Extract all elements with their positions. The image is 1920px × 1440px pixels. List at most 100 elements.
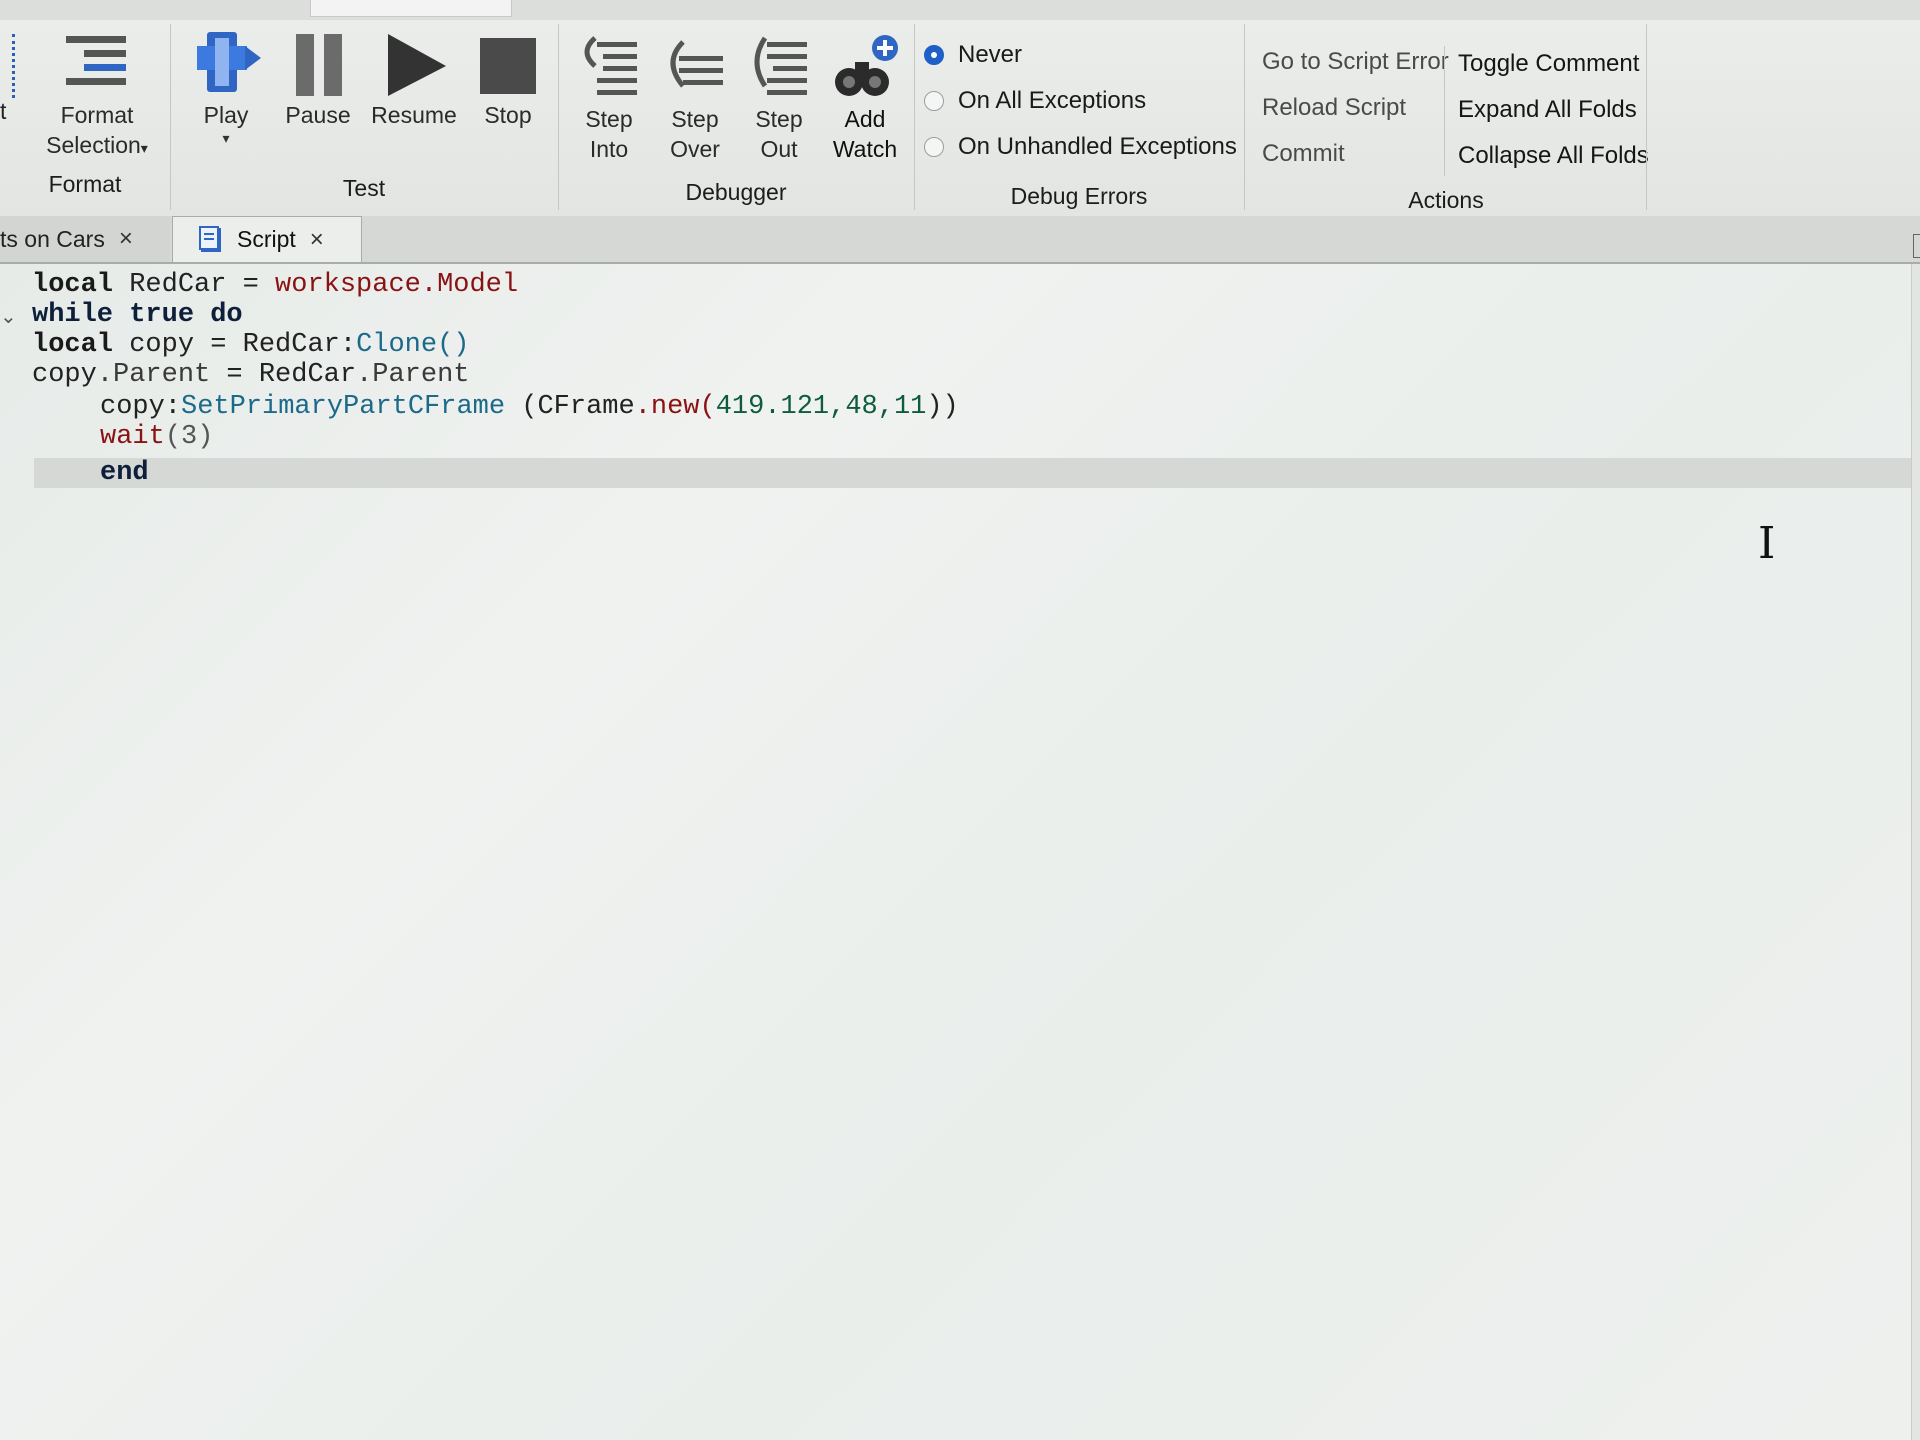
number: 419.121,48,11	[715, 392, 927, 422]
fold-chevron-icon[interactable]: ⌄	[0, 304, 17, 328]
format-group-label: Format	[48, 171, 122, 197]
ribbon: t Format Selection▾ Format Play ▾ Pause …	[0, 0, 1920, 217]
method: Clone()	[356, 330, 470, 360]
add-watch-label-1: Add	[844, 106, 886, 132]
go-to-script-error-button[interactable]: Go to Script Error	[1262, 48, 1449, 76]
add-watch-button[interactable]: Add Watch	[824, 32, 906, 164]
radio-unselected-icon[interactable]	[924, 137, 944, 157]
separator	[1646, 24, 1647, 210]
radio-selected-icon[interactable]	[924, 45, 944, 65]
debugger-group: Step Into Step Over Step Out Add Watch D…	[560, 20, 912, 210]
format-lines-icon	[66, 36, 126, 85]
test-group: Play ▾ Pause Resume Stop Test	[172, 20, 556, 210]
identifier: RedCar:	[226, 330, 357, 360]
identifier: copy	[32, 360, 97, 390]
radio-on-unhandled-exceptions-label: On Unhandled Exceptions	[958, 133, 1237, 160]
test-group-label: Test	[342, 175, 386, 201]
operator: =	[242, 270, 259, 300]
commit-button[interactable]: Commit	[1262, 140, 1345, 168]
step-out-label-1: Step	[755, 106, 803, 132]
keyword: local	[32, 270, 114, 300]
format-group: t Format Selection▾ Format	[0, 20, 170, 210]
radio-on-all-exceptions[interactable]: On All Exceptions	[924, 84, 1146, 118]
property: .Parent	[96, 360, 211, 390]
tab-scripts-on-cars[interactable]: ts on Cars ×	[0, 216, 170, 262]
toggle-comment-button[interactable]: Toggle Comment	[1458, 50, 1639, 78]
dotted-edge-icon	[2, 34, 15, 98]
step-out-icon	[754, 36, 807, 95]
step-over-icon	[670, 40, 723, 88]
builtin: workspace.Model	[275, 270, 519, 300]
separator	[1444, 46, 1445, 176]
code-line-2: while true do	[32, 300, 243, 330]
keyword: while	[32, 300, 114, 330]
radio-unselected-icon[interactable]	[924, 91, 944, 111]
method: SetPrimaryPartCFrame	[181, 392, 506, 422]
panel-toggle-icon[interactable]	[1913, 234, 1920, 258]
close-icon[interactable]: ×	[119, 225, 133, 253]
step-into-label-1: Step	[585, 106, 633, 132]
chevron-down-icon: ▾	[222, 130, 230, 146]
format-selection-button[interactable]: Format Selection▾	[32, 28, 162, 163]
separator	[1244, 24, 1245, 210]
vertical-scrollbar[interactable]	[1911, 264, 1920, 1440]
identifier: copy	[113, 330, 211, 360]
reload-script-button[interactable]: Reload Script	[1262, 94, 1406, 122]
tab-label: ts on Cars	[0, 225, 105, 252]
code-line-7: end	[100, 458, 149, 488]
punctuation: ))	[926, 392, 959, 422]
add-watch-label-2: Watch	[832, 136, 898, 162]
pause-icon	[296, 34, 342, 96]
actions-group: Go to Script Error Reload Script Commit …	[1246, 20, 1649, 213]
pause-button[interactable]: Pause	[278, 28, 358, 130]
play-figure-icon	[197, 32, 261, 92]
operator: =	[210, 330, 227, 360]
ribbon-tab-segment	[310, 0, 512, 17]
radio-never[interactable]: Never	[924, 38, 1022, 72]
format-selection-label-1: Format	[60, 102, 134, 128]
resume-button[interactable]: Resume	[368, 28, 460, 130]
editor-tab-bar: ts on Cars × Script ×	[0, 216, 1920, 264]
step-into-label-2: Into	[589, 136, 629, 162]
expand-all-folds-button[interactable]: Expand All Folds	[1458, 96, 1637, 124]
close-icon[interactable]: ×	[310, 226, 324, 254]
code-line-3: local copy = RedCar:Clone()	[32, 330, 469, 360]
code-line-6: wait(3)	[100, 422, 213, 452]
identifier: copy:	[100, 392, 182, 422]
resume-icon	[388, 34, 446, 96]
step-over-label-1: Step	[671, 106, 719, 132]
debug-errors-group: Never On All Exceptions On Unhandled Exc…	[916, 20, 1242, 210]
identifier: RedCar	[113, 270, 243, 300]
code-editor[interactable]: ⌄ local RedCar = workspace.Model while t…	[0, 264, 1920, 1440]
step-out-button[interactable]: Step Out	[740, 32, 818, 164]
separator	[558, 24, 559, 210]
play-button[interactable]: Play ▾	[186, 28, 266, 147]
builtin: wait	[100, 422, 165, 452]
stop-label: Stop	[484, 102, 532, 128]
keyword: do	[194, 300, 243, 330]
actions-group-label: Actions	[1408, 187, 1484, 213]
collapse-all-folds-button[interactable]: Collapse All Folds	[1458, 142, 1649, 170]
debugger-group-label: Debugger	[685, 179, 787, 205]
identifier: (CFrame	[505, 392, 635, 422]
keyword: local	[32, 330, 114, 360]
text-cursor-icon: I	[1758, 518, 1776, 569]
radio-on-unhandled-exceptions[interactable]: On Unhandled Exceptions	[924, 130, 1237, 164]
punctuation: (3)	[164, 422, 214, 452]
step-out-label-2: Out	[760, 136, 798, 162]
radio-never-label: Never	[958, 41, 1023, 68]
partial-label: t	[0, 98, 7, 124]
stop-button[interactable]: Stop	[470, 28, 546, 130]
step-over-button[interactable]: Step Over	[656, 32, 734, 164]
ribbon-top-strip	[0, 0, 1920, 20]
step-into-button[interactable]: Step Into	[570, 32, 648, 164]
tab-script[interactable]: Script ×	[172, 216, 362, 262]
code-line-4: copy.Parent = RedCar.Parent	[32, 360, 469, 390]
step-into-icon	[584, 36, 637, 95]
debug-errors-group-label: Debug Errors	[1010, 183, 1148, 209]
resume-label: Resume	[371, 102, 457, 128]
radio-on-all-exceptions-label: On All Exceptions	[958, 87, 1147, 114]
keyword: true	[113, 300, 195, 330]
binoculars-icon	[835, 35, 898, 96]
